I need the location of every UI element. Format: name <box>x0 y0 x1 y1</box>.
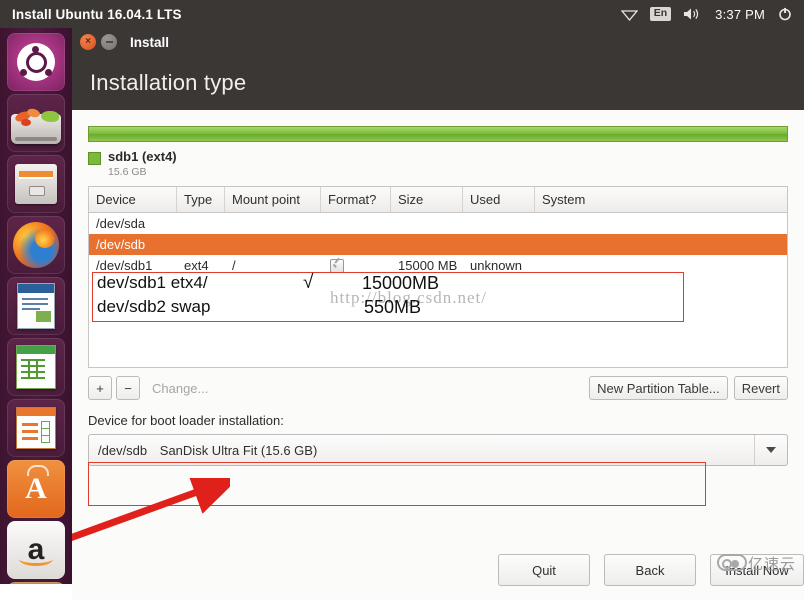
column-header-type: Type <box>177 187 225 213</box>
boot-loader-device: /dev/sdb <box>98 442 148 458</box>
launcher-item-libreoffice-calc-icon[interactable] <box>7 338 65 396</box>
column-header-used: Used <box>463 187 535 213</box>
top-panel-title: Install Ubuntu 16.04.1 LTS <box>12 6 182 22</box>
revert-button[interactable]: Revert <box>733 376 788 401</box>
boot-loader-label: Device for boot loader installation: <box>88 413 284 429</box>
partition-toolbar: + − Change... New Partition Table... Rev… <box>88 376 788 401</box>
format-checkbox[interactable] <box>330 258 344 273</box>
launcher-item-libreoffice-impress-icon[interactable] <box>7 399 65 457</box>
cell-type: ext4 <box>184 258 209 274</box>
boot-loader-select[interactable]: /dev/sdb SanDisk Ultra Fit (15.6 GB) <box>88 434 788 467</box>
annotation-partition-row-2: dev/sdb2 swap <box>97 297 211 316</box>
chevron-down-icon[interactable] <box>754 435 787 466</box>
column-header-mount-point: Mount point <box>225 187 321 213</box>
cell-device: /dev/sdb1 <box>96 258 153 274</box>
clock-indicator[interactable]: 3:37 PM <box>715 7 765 22</box>
window-title: Install <box>130 34 170 50</box>
ubuntu-software-label: A <box>25 472 47 505</box>
annotation-size-1: 15000MB <box>362 273 440 293</box>
close-icon[interactable]: × <box>80 34 96 50</box>
install-now-button[interactable]: Install Now <box>710 554 804 586</box>
partition-legend: sdb1 (ext4) 15.6 GB <box>88 149 788 178</box>
back-button[interactable]: Back <box>604 554 696 586</box>
minimize-icon[interactable] <box>101 34 117 50</box>
launcher-item-ubuntu-software-icon[interactable]: A <box>7 460 65 518</box>
boot-loader-description: SanDisk Ultra Fit (15.6 GB) <box>159 442 318 458</box>
volume-icon[interactable] <box>683 7 703 21</box>
cell-device: /dev/sdb <box>96 237 146 253</box>
remove-partition-button[interactable]: − <box>116 376 140 401</box>
launcher-item-ubuntu-dash-icon[interactable] <box>7 33 65 91</box>
launcher-item-libreoffice-writer-icon[interactable] <box>7 277 65 335</box>
launcher-item-amazon-icon[interactable]: a <box>7 521 65 579</box>
page-title: Installation type <box>90 70 247 95</box>
launcher-item-firefox-icon[interactable] <box>7 216 65 274</box>
column-header-format: Format? <box>321 187 391 213</box>
power-gear-icon[interactable] <box>777 6 793 22</box>
legend-partition-size: 15.6 GB <box>108 166 147 179</box>
annotation-checkmark: √ <box>303 272 314 293</box>
table-row[interactable]: /dev/sda <box>89 213 787 234</box>
cell-used: unknown <box>470 258 523 274</box>
partition-usage-bar <box>88 126 788 142</box>
legend-color-swatch <box>88 152 101 165</box>
window-body: sdb1 (ext4) 15.6 GB Device Type Mount po… <box>72 126 804 600</box>
column-header-size: Size <box>391 187 463 213</box>
window-header: Installation type <box>72 56 804 110</box>
wifi-icon[interactable] <box>620 8 638 21</box>
new-partition-table-button[interactable]: New Partition Table... <box>589 376 728 401</box>
top-panel-indicators: En 3:37 PM <box>620 6 793 22</box>
change-partition-button[interactable]: Change... <box>144 376 216 400</box>
annotation-size-2: 550MB <box>364 297 422 317</box>
top-panel: Install Ubuntu 16.04.1 LTS En 3:37 PM <box>0 0 804 28</box>
column-header-device: Device <box>89 187 177 213</box>
window-titlebar: × Install <box>72 28 804 56</box>
unity-launcher: A a <box>0 28 72 584</box>
table-row[interactable]: /dev/sdb <box>89 234 787 256</box>
cell-size: 15000 MB <box>398 258 458 274</box>
wizard-actions: Quit Back Install Now <box>498 554 804 586</box>
add-partition-button[interactable]: + <box>88 376 112 401</box>
keyboard-layout-indicator[interactable]: En <box>649 7 672 21</box>
cell-device: /dev/sda <box>96 216 146 232</box>
column-header-system: System <box>542 192 586 208</box>
annotation-partition-row-1: dev/sdb1 etx4/ <box>97 273 208 292</box>
launcher-item-disk-installer-icon[interactable] <box>7 94 65 152</box>
cell-mount-point: / <box>232 258 236 274</box>
partition-table-header: Device Type Mount point Format? Size Use… <box>89 187 787 214</box>
launcher-item-files-icon[interactable] <box>7 155 65 213</box>
legend-partition-name: sdb1 (ext4) <box>108 149 177 164</box>
quit-button[interactable]: Quit <box>498 554 590 586</box>
cell-format-checkbox[interactable] <box>321 258 391 273</box>
